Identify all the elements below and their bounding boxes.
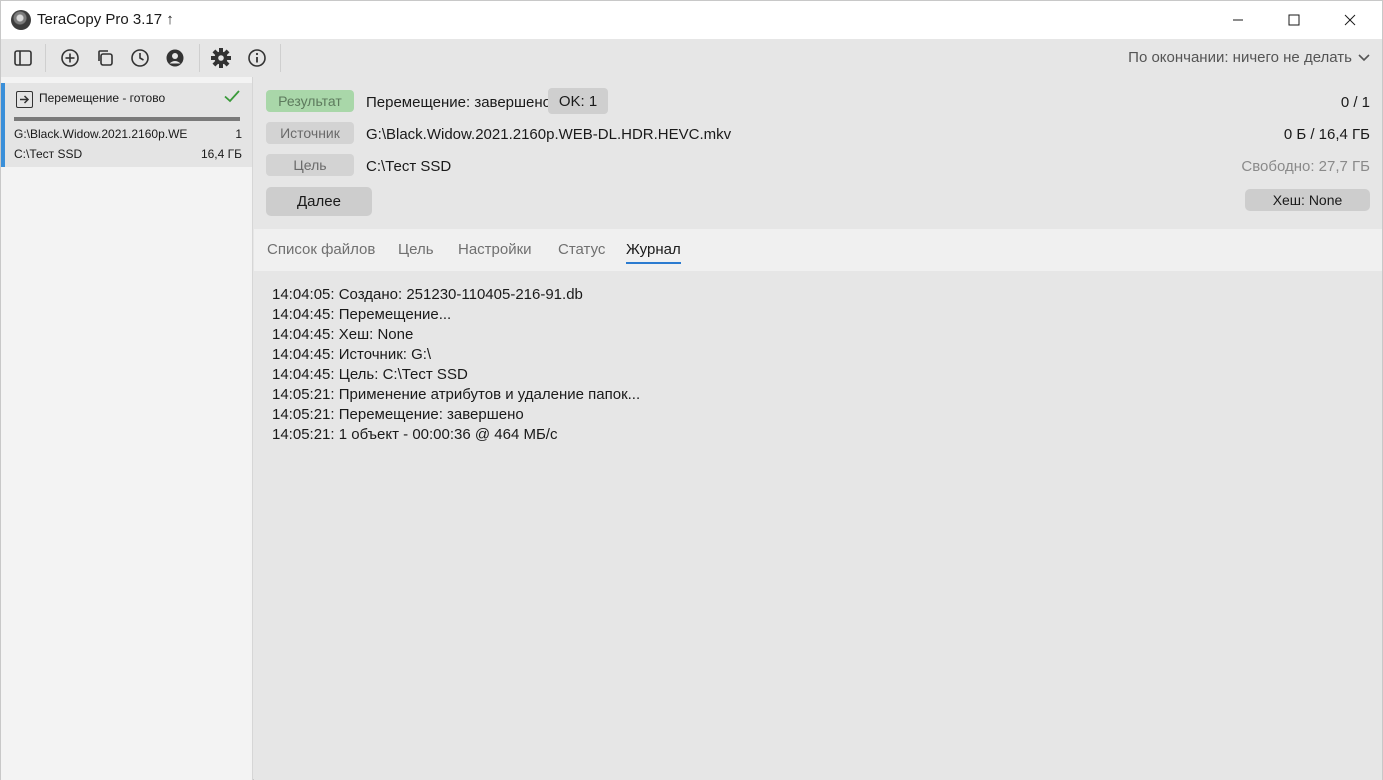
tab-file-list[interactable]: Список файлов (267, 241, 375, 262)
tab-log[interactable]: Журнал (626, 241, 681, 264)
sidebar-toggle-button[interactable] (10, 45, 36, 71)
free-space: Свободно: 27,7 ГБ (1241, 158, 1370, 175)
history-icon (131, 49, 149, 67)
job-source: G:\Black.Widow.2021.2160p.WE (14, 127, 188, 141)
job-progress-bar (14, 117, 240, 121)
log-line: 14:04:05: Создано: 251230-110405-216-91.… (272, 286, 583, 303)
minimize-icon (1233, 19, 1243, 21)
maximize-button[interactable] (1271, 1, 1317, 39)
add-icon (61, 49, 79, 67)
target-path: C:\Тест SSD (366, 158, 452, 175)
on-finish-label: По окончании: ничего не делать (1128, 49, 1352, 66)
log-line: 14:04:45: Хеш: None (272, 326, 414, 343)
tab-target[interactable]: Цель (398, 241, 434, 262)
teracopy-window: TeraCopy Pro 3.17 ↑ По окончании: ничего… (0, 0, 1383, 780)
account-button[interactable] (162, 45, 188, 71)
move-icon (16, 91, 33, 108)
log-line: 14:04:45: Источник: G:\ (272, 346, 432, 363)
toolbar-divider (280, 44, 281, 72)
window-title: TeraCopy Pro 3.17 ↑ (37, 11, 174, 28)
toolbar: По окончании: ничего не делать (1, 39, 1382, 77)
toolbar-divider (45, 44, 46, 72)
log-line: 14:05:21: Применение атрибутов и удалени… (272, 386, 641, 403)
hash-button[interactable]: Хеш: None (1245, 189, 1370, 211)
target-tag: Цель (266, 154, 354, 176)
toolbar-divider (199, 44, 200, 72)
minimize-button[interactable] (1215, 1, 1261, 39)
source-tag: Источник (266, 122, 354, 144)
close-icon (1344, 14, 1356, 26)
job-title: Перемещение - готово (39, 91, 166, 105)
job-list: Перемещение - готово G:\Black.Widow.2021… (1, 77, 253, 780)
log-line: 14:04:45: Цель: C:\Тест SSD (272, 366, 468, 383)
ok-count-badge[interactable]: OK: 1 (548, 88, 608, 114)
copy-button[interactable] (92, 45, 118, 71)
info-icon (248, 49, 266, 67)
job-source-count: 1 (235, 127, 242, 141)
source-path: G:\Black.Widow.2021.2160p.WEB-DL.HDR.HEV… (366, 126, 732, 143)
job-target-size: 16,4 ГБ (200, 147, 242, 161)
result-value: Перемещение: завершено (366, 94, 552, 111)
tab-settings[interactable]: Настройки (458, 241, 532, 262)
app-logo-icon (11, 10, 31, 30)
copy-icon (98, 50, 113, 66)
job-item[interactable]: Перемещение - готово G:\Black.Widow.2021… (1, 83, 252, 167)
add-button[interactable] (57, 45, 83, 71)
on-finish-dropdown[interactable]: По окончании: ничего не делать (1128, 49, 1370, 66)
size-progress: 0 Б / 16,4 ГБ (1283, 126, 1370, 143)
result-tag: Результат (266, 90, 354, 112)
log-line: 14:05:21: Перемещение: завершено (272, 406, 524, 423)
maximize-icon (1288, 14, 1300, 26)
chevron-down-icon (1358, 53, 1370, 61)
next-button[interactable]: Далее (266, 187, 372, 216)
file-count: 0 / 1 (1340, 94, 1370, 111)
settings-button[interactable] (208, 45, 234, 71)
sidebar-toggle-icon (14, 50, 32, 66)
tab-bar: Список файлов Цель Настройки Статус Журн… (254, 229, 1382, 271)
job-target: C:\Тест SSD (14, 147, 83, 161)
log-line: 14:05:21: 1 объект - 00:00:36 @ 464 МБ/с (272, 426, 558, 443)
log-line: 14:04:45: Перемещение... (272, 306, 452, 323)
log-panel: 14:04:05: Создано: 251230-110405-216-91.… (272, 285, 640, 445)
job-details: Результат Перемещение: завершено OK: 1 0… (254, 77, 1382, 780)
tab-status[interactable]: Статус (558, 241, 605, 262)
info-button[interactable] (244, 45, 270, 71)
checkmark-icon (223, 87, 241, 110)
account-icon (166, 49, 184, 67)
settings-icon (211, 48, 231, 68)
history-button[interactable] (127, 45, 153, 71)
close-button[interactable] (1327, 1, 1373, 39)
title-bar: TeraCopy Pro 3.17 ↑ (1, 1, 1382, 39)
